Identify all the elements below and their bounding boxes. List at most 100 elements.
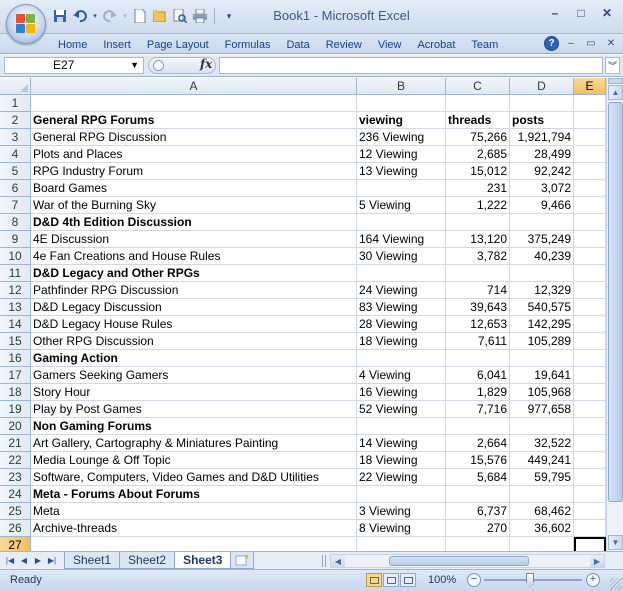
cell-b[interactable]: 164 Viewing [357, 231, 446, 248]
cell-a[interactable]: D&D Legacy and Other RPGs [31, 265, 357, 282]
cell-e[interactable] [574, 180, 606, 197]
minimize-icon[interactable]: – [543, 4, 567, 22]
tab-home[interactable]: Home [50, 37, 95, 53]
tab-team[interactable]: Team [463, 37, 506, 53]
row-header[interactable]: 3 [0, 129, 31, 146]
scroll-down-icon[interactable]: ▼ [608, 535, 623, 550]
cell-b[interactable]: 14 Viewing [357, 435, 446, 452]
cell-a[interactable]: Non Gaming Forums [31, 418, 357, 435]
row-header[interactable]: 27 [0, 537, 31, 551]
row-header[interactable]: 20 [0, 418, 31, 435]
cell-e[interactable] [574, 333, 606, 350]
select-all-button[interactable] [0, 78, 31, 95]
cell-d[interactable] [510, 265, 574, 282]
row-header[interactable]: 9 [0, 231, 31, 248]
cell-c[interactable]: 13,120 [446, 231, 510, 248]
row-header[interactable]: 19 [0, 401, 31, 418]
tab-review[interactable]: Review [318, 37, 370, 53]
cell-c[interactable]: 6,737 [446, 503, 510, 520]
row-header[interactable]: 11 [0, 265, 31, 282]
workbook-close-icon[interactable]: ✕ [603, 35, 619, 51]
row-header[interactable]: 26 [0, 520, 31, 537]
cell-b[interactable]: 28 Viewing [357, 316, 446, 333]
cell-d[interactable]: 1,921,794 [510, 129, 574, 146]
cell-a[interactable]: RPG Industry Forum [31, 163, 357, 180]
row-header[interactable]: 23 [0, 469, 31, 486]
row-header[interactable]: 1 [0, 95, 31, 112]
cell-a[interactable]: 4E Discussion [31, 231, 357, 248]
row-header[interactable]: 17 [0, 367, 31, 384]
cell-c[interactable] [446, 350, 510, 367]
cell-e[interactable] [574, 418, 606, 435]
cell-d[interactable]: 59,795 [510, 469, 574, 486]
cell-a[interactable]: Meta [31, 503, 357, 520]
cell-a[interactable]: 4e Fan Creations and House Rules [31, 248, 357, 265]
cell-b[interactable] [357, 418, 446, 435]
horizontal-scrollbar[interactable]: ◀ ▶ [330, 554, 605, 568]
cell-e[interactable] [574, 265, 606, 282]
zoom-out-icon[interactable]: − [467, 573, 481, 587]
row-header[interactable]: 15 [0, 333, 31, 350]
cell-d[interactable]: 68,462 [510, 503, 574, 520]
cell-a[interactable]: Story Hour [31, 384, 357, 401]
cell-c[interactable]: 39,643 [446, 299, 510, 316]
cell-d[interactable]: 19,641 [510, 367, 574, 384]
split-handle[interactable] [608, 78, 623, 84]
cell-e[interactable] [574, 367, 606, 384]
cell-b[interactable]: 18 Viewing [357, 333, 446, 350]
normal-view-icon[interactable] [366, 573, 382, 587]
row-header[interactable]: 13 [0, 299, 31, 316]
cell-a[interactable] [31, 95, 357, 112]
cell-c[interactable] [446, 537, 510, 551]
expand-formula-bar-icon[interactable]: ︾ [605, 57, 620, 74]
scroll-right-icon[interactable]: ▶ [590, 555, 604, 567]
horizontal-scroll-thumb[interactable] [389, 556, 529, 566]
row-header[interactable]: 4 [0, 146, 31, 163]
cell-d[interactable]: 36,602 [510, 520, 574, 537]
cell-c[interactable]: threads [446, 112, 510, 129]
cell-a[interactable]: Gamers Seeking Gamers [31, 367, 357, 384]
cell-a[interactable]: Other RPG Discussion [31, 333, 357, 350]
cell-c[interactable]: 15,012 [446, 163, 510, 180]
scroll-thumb[interactable] [608, 102, 623, 502]
cell-c[interactable]: 5,684 [446, 469, 510, 486]
cell-b[interactable] [357, 265, 446, 282]
cell-a[interactable]: D&D Legacy Discussion [31, 299, 357, 316]
column-header-d[interactable]: D [510, 78, 574, 95]
cell-d[interactable]: 142,295 [510, 316, 574, 333]
cell-b[interactable]: viewing [357, 112, 446, 129]
insert-function-button[interactable]: fx [200, 57, 212, 71]
scroll-up-icon[interactable]: ▲ [608, 85, 623, 100]
cell-d[interactable] [510, 537, 574, 551]
cell-b[interactable]: 18 Viewing [357, 452, 446, 469]
cell-b[interactable]: 3 Viewing [357, 503, 446, 520]
cell-e[interactable] [574, 503, 606, 520]
scroll-left-icon[interactable]: ◀ [331, 555, 345, 567]
row-header[interactable]: 12 [0, 282, 31, 299]
row-header[interactable]: 6 [0, 180, 31, 197]
row-header[interactable]: 25 [0, 503, 31, 520]
cell-c[interactable]: 7,611 [446, 333, 510, 350]
help-icon[interactable]: ? [544, 35, 559, 51]
row-header[interactable]: 18 [0, 384, 31, 401]
cell-d[interactable]: 540,575 [510, 299, 574, 316]
cell-e[interactable] [574, 452, 606, 469]
cell-b[interactable] [357, 95, 446, 112]
sheet-tab-sheet1[interactable]: Sheet1 [64, 552, 121, 569]
cell-d[interactable] [510, 418, 574, 435]
cell-b[interactable]: 30 Viewing [357, 248, 446, 265]
zoom-in-icon[interactable]: + [586, 573, 600, 587]
cell-e[interactable] [574, 316, 606, 333]
cell-e[interactable] [574, 384, 606, 401]
cell-b[interactable] [357, 486, 446, 503]
column-header-b[interactable]: B [357, 78, 446, 95]
cell-e[interactable] [574, 231, 606, 248]
cell-e[interactable] [574, 129, 606, 146]
cell-d[interactable]: 3,072 [510, 180, 574, 197]
cell-b[interactable]: 13 Viewing [357, 163, 446, 180]
cell-c[interactable]: 15,576 [446, 452, 510, 469]
tab-data[interactable]: Data [278, 37, 317, 53]
row-header[interactable]: 8 [0, 214, 31, 231]
cell-c[interactable]: 270 [446, 520, 510, 537]
row-header[interactable]: 2 [0, 112, 31, 129]
